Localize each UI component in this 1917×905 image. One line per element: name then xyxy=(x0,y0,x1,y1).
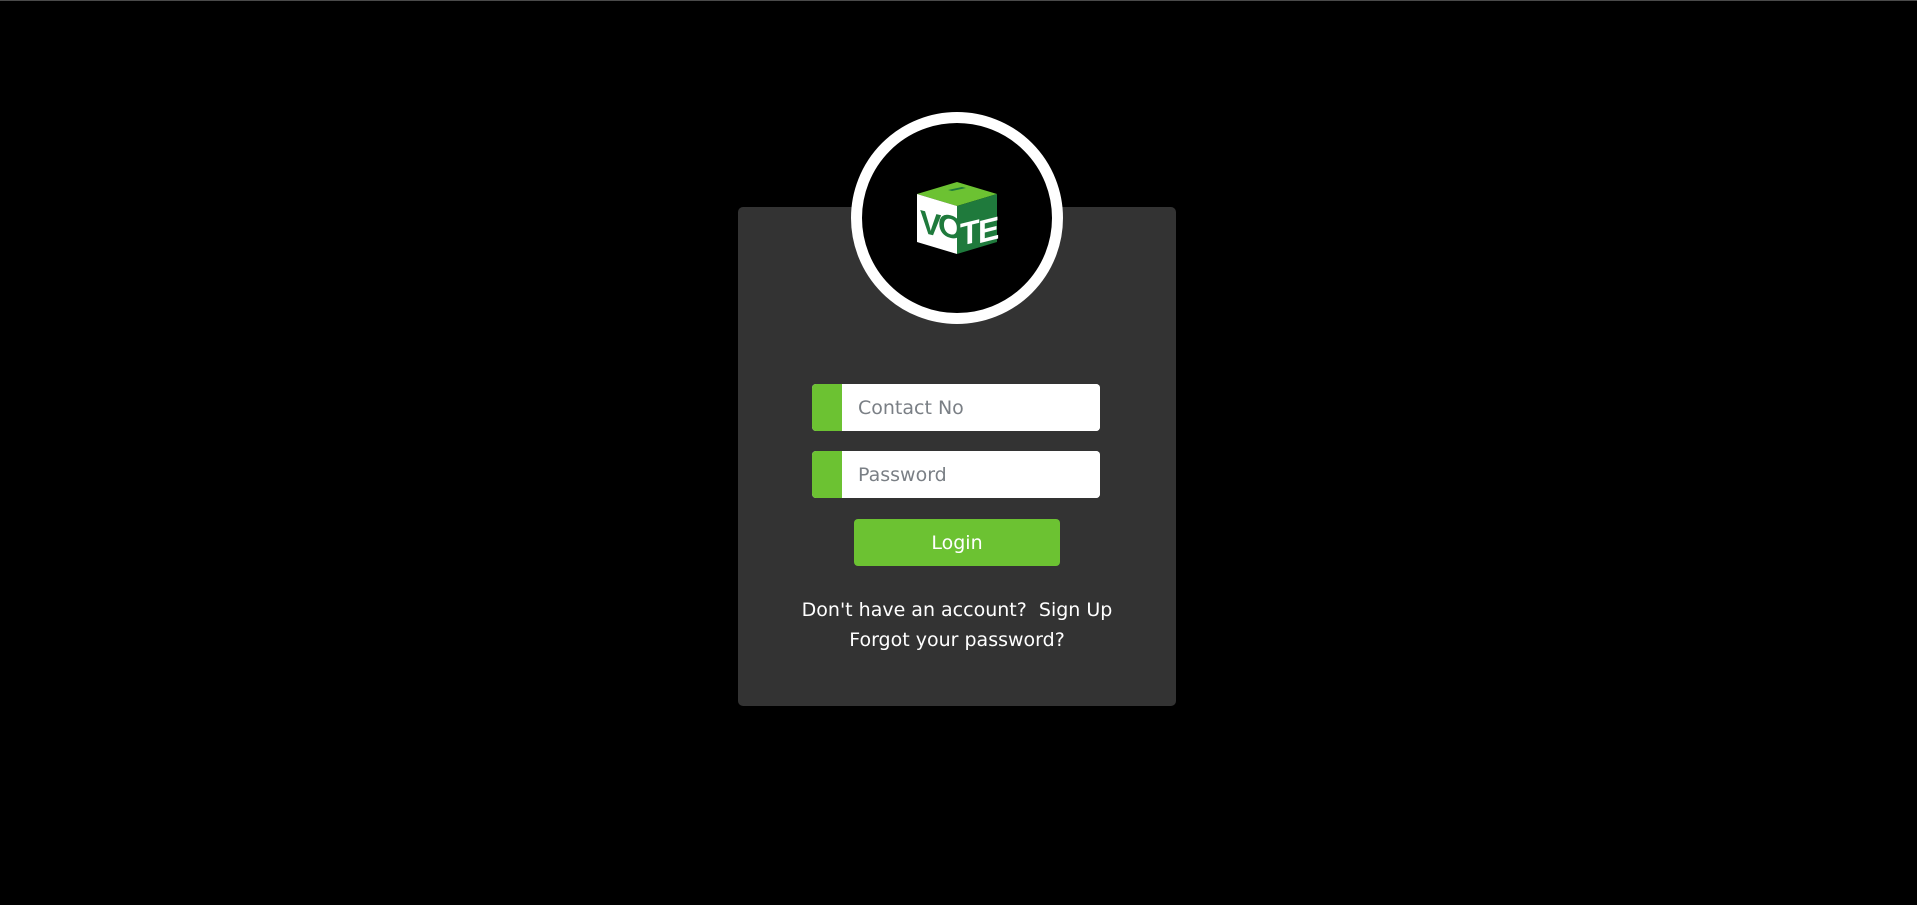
login-button[interactable]: Login xyxy=(854,519,1060,566)
contact-addon xyxy=(812,384,842,431)
contact-input[interactable] xyxy=(842,384,1100,431)
signup-link[interactable]: Sign Up xyxy=(1039,599,1112,621)
svg-text:T: T xyxy=(960,213,980,253)
forgot-row: Forgot your password? xyxy=(738,629,1176,651)
vote-box-icon: V O T E xyxy=(917,182,999,254)
no-account-text: Don't have an account? xyxy=(801,599,1027,621)
logo-ring: V O T E xyxy=(851,112,1063,324)
svg-text:E: E xyxy=(978,210,999,251)
forgot-password-link[interactable]: Forgot your password? xyxy=(849,629,1065,651)
contact-field xyxy=(812,384,1100,431)
password-addon xyxy=(812,451,842,498)
password-input[interactable] xyxy=(842,451,1100,498)
signup-row: Don't have an account? Sign Up xyxy=(738,599,1176,621)
password-field xyxy=(812,451,1100,498)
top-border xyxy=(0,0,1917,1)
